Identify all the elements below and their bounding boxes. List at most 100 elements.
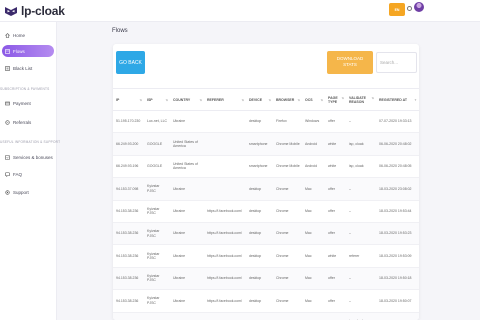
language-button[interactable]: EN — [389, 3, 405, 16]
table-cell: 94.153.38.236 — [113, 244, 144, 268]
sidebar-item-label: Referrals — [13, 119, 32, 125]
sort-icon: ⇅ — [165, 97, 168, 102]
table-cell: United States of — [170, 312, 204, 320]
table-cell: 66.249.93.200 — [113, 132, 144, 156]
column-header-label: REGISTERED AT — [379, 97, 408, 102]
table-cell: isp, cloak, referer — [346, 312, 376, 320]
sidebar: Home Flows Black List SUBSCRIPTION & PAY… — [0, 22, 61, 320]
sidebar-item-support[interactable]: Support — [2, 186, 54, 198]
table-cell: desktop — [246, 289, 273, 313]
table-row[interactable]: 94.153.38.236 Kyivstar PJSC Ukraine https:/… — [113, 244, 419, 268]
table-cell: Ukraine — [170, 289, 204, 313]
table-cell: desktop — [246, 110, 273, 134]
column-header[interactable]: ▼ REGISTERED AT — [376, 88, 419, 111]
table-cell: Chrome — [273, 177, 302, 201]
table-cell: isp, cloak — [346, 155, 376, 179]
column-header[interactable]: ⇅ VALIDATE REASON — [346, 88, 376, 111]
home-icon — [5, 32, 10, 38]
table-cell: desktop — [246, 267, 273, 291]
column-header[interactable]: ⇅ PAGE TYPE — [325, 88, 346, 111]
stats-label: STATS — [343, 62, 357, 67]
table-row[interactable]: 94.153.38.236 Kyivstar PJSC Ukraine https:/… — [113, 200, 419, 223]
table-cell: desktop — [246, 222, 273, 246]
table-cell: GOOGLE — [144, 155, 170, 179]
table-cell: Chrome — [273, 244, 302, 268]
table-cell: United States of America — [170, 132, 204, 156]
sidebar-item-black-list[interactable]: Black List — [2, 62, 54, 74]
table-cell: https://l.facebook.com/ — [204, 200, 246, 223]
table-cell — [204, 312, 246, 320]
table-row[interactable]: 94.153.38.236 Kyivstar PJSC Ukraine https:/… — [113, 267, 419, 291]
column-header[interactable]: ⇅ REFERER — [204, 88, 246, 111]
sort-icon: ⇅ — [241, 97, 244, 102]
sidebar-item-payment[interactable]: Payment — [2, 97, 54, 109]
table-cell: offer — [325, 289, 346, 313]
table-cell: – — [346, 222, 376, 246]
sidebar-item-referrals[interactable]: Referrals — [2, 116, 54, 128]
sort-icon: ⇅ — [199, 97, 202, 102]
table-cell: Mac — [302, 244, 325, 268]
table-row[interactable]: 94.153.37.098 Kyivstar PJSC Ukraine desktop… — [113, 177, 419, 201]
table-cell: smartphone — [246, 155, 273, 179]
sidebar-item-label: Flows — [13, 48, 25, 54]
column-header[interactable]: ⇅ ISP — [144, 88, 170, 111]
table-cell: https://l.facebook.com/ — [204, 289, 246, 313]
table-cell: https://l.facebook.com/ — [204, 222, 246, 246]
user-menu-toggle-icon[interactable] — [407, 6, 412, 11]
sort-icon: ▼ — [414, 97, 417, 102]
column-header[interactable]: ⇅ DEVICE — [246, 88, 273, 111]
top-bar: lp-cloak EN — [0, 0, 480, 22]
table-cell: offer — [325, 110, 346, 134]
page-title: Flows — [112, 28, 128, 34]
column-header[interactable]: ⇅ OCS — [302, 88, 325, 111]
table-cell: https://l.facebook.com/ — [204, 244, 246, 268]
avatar[interactable] — [414, 2, 424, 12]
column-header-label: PAGE TYPE — [328, 95, 338, 104]
table-row[interactable]: 94.153.38.236 Kyivstar PJSC Ukraine https:/… — [113, 289, 419, 313]
table-cell: Ukraine — [170, 244, 204, 268]
table-cell: offer — [325, 222, 346, 246]
table-row[interactable]: 94.153.38.236 Kyivstar PJSC Ukraine https:/… — [113, 222, 419, 246]
table-cell: Kyivstar PJSC — [144, 177, 170, 201]
table-cell — [204, 132, 246, 156]
referrals-icon — [5, 119, 10, 125]
table-cell: offer — [325, 177, 346, 201]
table-row[interactable]: 51.195.170.230 Lux-net, LLC Ukraine desktop… — [113, 110, 419, 134]
section-title-useful-information: USEFUL INFORMATION & SUPPORT — [0, 140, 61, 144]
table-cell — [204, 155, 246, 179]
column-header[interactable]: ⇅ COUNTRY — [170, 88, 204, 111]
column-header-label: ISP — [147, 97, 153, 102]
services-icon — [5, 154, 10, 160]
sidebar-item-faq[interactable]: FAQ — [2, 168, 54, 180]
table-cell: FACEBOOK — [144, 312, 170, 320]
app-logo[interactable]: lp-cloak — [4, 3, 65, 19]
column-header[interactable]: ⇅ BROWSER — [273, 88, 302, 111]
table-row[interactable]: 66.249.93.200 GOOGLE United States of Amer… — [113, 132, 419, 156]
sidebar-item-home[interactable]: Home — [2, 29, 54, 41]
sort-icon: ⇅ — [341, 95, 344, 100]
sidebar-item-flows[interactable]: Flows — [2, 45, 54, 57]
table-cell: Chrome — [273, 222, 302, 246]
table-cell: 94.153.38.236 — [113, 267, 144, 291]
download-stats-button[interactable]: DOWNLOAD STATS — [327, 51, 373, 74]
table-row[interactable]: 66.249.93.196 GOOGLE United States of Amer… — [113, 155, 419, 179]
table-cell: Chrome Mobile — [273, 132, 302, 156]
column-header[interactable]: ⇅ IP — [113, 88, 144, 111]
table-body: 51.195.170.230 Lux-net, LLC Ukraine desktop… — [113, 110, 419, 320]
table-cell: Kyivstar PJSC — [144, 200, 170, 223]
table-cell: Chrome — [273, 312, 302, 320]
column-header-label: OCS — [305, 97, 313, 102]
column-header-label: BROWSER — [276, 97, 295, 102]
faq-icon — [5, 171, 10, 177]
table-cell: offer — [325, 200, 346, 223]
table-cell: Android — [302, 132, 325, 156]
sidebar-item-services[interactable]: Services & bonuses — [2, 151, 54, 163]
go-back-button[interactable]: GO BACK — [116, 51, 145, 74]
table-row[interactable]: 2a03:2880:10ff:6FACEBOOKUnited States of… — [113, 312, 419, 320]
column-header-label: COUNTRY — [173, 97, 191, 102]
table-cell: offer — [325, 267, 346, 291]
search-input[interactable] — [376, 52, 417, 73]
sort-icon: ⇅ — [297, 97, 300, 102]
table-cell: 94.153.38.236 — [113, 200, 144, 223]
table-cell: smartphone — [246, 132, 273, 156]
